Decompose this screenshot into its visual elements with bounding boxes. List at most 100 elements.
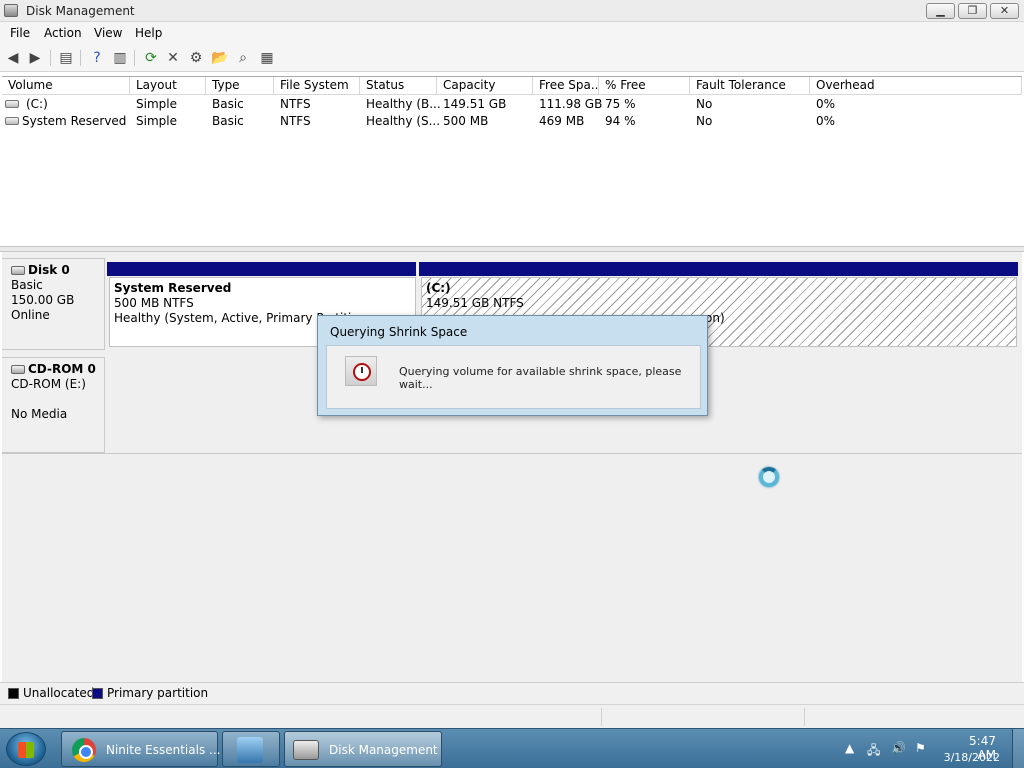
chrome-icon bbox=[72, 738, 96, 762]
volume-icon[interactable]: 🔊 bbox=[891, 741, 906, 755]
show-desktop-button[interactable] bbox=[1012, 729, 1024, 768]
status-segment bbox=[601, 708, 602, 726]
table-cell: Healthy (S... bbox=[366, 114, 441, 128]
disk-management-app-icon bbox=[4, 4, 18, 17]
disk-0-label[interactable]: Disk 0 Basic 150.00 GB Online bbox=[2, 258, 105, 350]
table-cell: 0% bbox=[816, 97, 836, 111]
table-cell: NTFS bbox=[280, 114, 311, 128]
column-header-fault-tolerance[interactable]: Fault Tolerance bbox=[690, 77, 810, 95]
cdrom-icon bbox=[11, 365, 25, 374]
column-header-overhead[interactable]: Overhead bbox=[810, 77, 1022, 95]
cdrom-0-label[interactable]: CD-ROM 0 CD-ROM (E:) No Media bbox=[2, 357, 105, 453]
table-cell: 111.98 GB bbox=[539, 97, 603, 111]
hard-disk-icon bbox=[11, 266, 25, 275]
taskbar-item-label: Disk Management bbox=[329, 743, 438, 757]
partition-name: (C:) bbox=[426, 281, 451, 295]
table-cell: No bbox=[696, 97, 713, 111]
column-header-status[interactable]: Status bbox=[360, 77, 437, 95]
forward-icon[interactable]: ▶ bbox=[26, 49, 44, 67]
minimize-button[interactable]: ▁ bbox=[926, 3, 955, 19]
legend-bar: Unallocated Primary partition bbox=[0, 682, 1024, 704]
partition-name: System Reserved bbox=[114, 281, 232, 295]
clock-icon bbox=[345, 356, 377, 386]
menu-action[interactable]: Action bbox=[44, 26, 82, 40]
toolbar-separator bbox=[80, 50, 81, 66]
console-tree-icon[interactable]: ▤ bbox=[57, 49, 75, 67]
toolbar-separator bbox=[50, 50, 51, 66]
menu-bar: File Action View Help bbox=[0, 22, 1024, 44]
taskbar-item-ninite[interactable]: Ninite Essentials ... bbox=[61, 731, 221, 767]
partition-size: 149.51 GB NTFS bbox=[426, 296, 524, 310]
table-cell: Basic bbox=[212, 97, 244, 111]
column-header-type[interactable]: Type bbox=[206, 77, 274, 95]
menu-help[interactable]: Help bbox=[135, 26, 162, 40]
legend-swatch bbox=[92, 688, 103, 699]
column-header-volume[interactable]: Volume bbox=[2, 77, 130, 95]
disk-type: Basic bbox=[11, 278, 43, 292]
table-cell: Simple bbox=[136, 114, 177, 128]
legend-label: Unallocated bbox=[23, 686, 95, 700]
menu-view[interactable]: View bbox=[94, 26, 122, 40]
legend-swatch bbox=[8, 688, 19, 699]
show-hidden-icons[interactable]: ▲ bbox=[845, 741, 854, 755]
dialog-body: Querying volume for available shrink spa… bbox=[326, 345, 701, 409]
disk-status: No Media bbox=[11, 407, 68, 421]
dialog-title: Querying Shrink Space bbox=[330, 325, 468, 339]
status-bar bbox=[0, 704, 1024, 728]
table-cell: Simple bbox=[136, 97, 177, 111]
menu-file[interactable]: File bbox=[10, 26, 30, 40]
search-icon[interactable]: ⌕ bbox=[234, 49, 252, 67]
disk-name: Disk 0 bbox=[28, 263, 70, 277]
windows-logo-icon bbox=[18, 742, 34, 758]
title-bar: Disk Management ▁ ❐ ✕ bbox=[0, 0, 1024, 22]
column-header-layout[interactable]: Layout bbox=[130, 77, 206, 95]
refresh-icon[interactable]: ⟳ bbox=[142, 49, 160, 67]
export-icon[interactable]: ▦ bbox=[258, 49, 276, 67]
disk-management-icon bbox=[293, 740, 319, 760]
properties-icon[interactable]: ▥ bbox=[111, 49, 129, 67]
table-cell: 149.51 GB bbox=[443, 97, 507, 111]
disk-type: CD-ROM (E:) bbox=[11, 377, 86, 391]
column-header-percent-free[interactable]: % Free bbox=[599, 77, 690, 95]
toolbar: ◀ ▶ ▤ ? ▥ ⟳ ✕ ⚙ 📂 ⌕ ▦ bbox=[0, 44, 1024, 72]
disk-size: 150.00 GB bbox=[11, 293, 75, 307]
window-title: Disk Management bbox=[26, 4, 135, 18]
help-icon[interactable]: ? bbox=[88, 49, 106, 67]
settings-icon[interactable]: ⚙ bbox=[187, 49, 205, 67]
start-button[interactable] bbox=[6, 732, 46, 766]
clock-date[interactable]: 3/18/2022 bbox=[940, 751, 1000, 764]
table-cell: 500 MB bbox=[443, 114, 489, 128]
maximize-button[interactable]: ❐ bbox=[958, 3, 987, 19]
column-header-file-system[interactable]: File System bbox=[274, 77, 360, 95]
querying-shrink-space-dialog: Querying Shrink Space Querying volume fo… bbox=[317, 315, 708, 416]
back-icon[interactable]: ◀ bbox=[4, 49, 22, 67]
column-header-free-space[interactable]: Free Spa... bbox=[533, 77, 599, 95]
table-cell: 75 % bbox=[605, 97, 636, 111]
table-cell: 94 % bbox=[605, 114, 636, 128]
table-cell: (C:) bbox=[26, 97, 48, 111]
network-icon[interactable]: 🖧 bbox=[867, 741, 880, 762]
taskbar-item-pinned-app[interactable] bbox=[222, 731, 280, 767]
status-segment bbox=[804, 708, 805, 726]
taskbar-item-disk-management[interactable]: Disk Management bbox=[284, 731, 442, 767]
table-cell: Basic bbox=[212, 114, 244, 128]
action-center-icon[interactable]: ⚑ bbox=[915, 741, 926, 755]
table-cell: 469 MB bbox=[539, 114, 585, 128]
disk-status: Online bbox=[11, 308, 50, 322]
delete-icon[interactable]: ✕ bbox=[164, 49, 182, 67]
volume-icon bbox=[5, 117, 19, 125]
open-icon[interactable]: 📂 bbox=[211, 49, 229, 67]
disk-name: CD-ROM 0 bbox=[28, 362, 96, 376]
table-cell: NTFS bbox=[280, 97, 311, 111]
taskbar-item-label: Ninite Essentials ... bbox=[106, 743, 221, 757]
volume-list: Volume Layout Type File System Status Ca… bbox=[2, 76, 1022, 246]
legend-label: Primary partition bbox=[107, 686, 209, 700]
close-button[interactable]: ✕ bbox=[990, 3, 1019, 19]
table-cell: No bbox=[696, 114, 713, 128]
c-drive-bar bbox=[419, 262, 1018, 276]
table-cell: System Reserved bbox=[22, 114, 127, 128]
table-cell: 0% bbox=[816, 114, 836, 128]
partition-size: 500 MB NTFS bbox=[114, 296, 194, 310]
pinned-app-icon bbox=[237, 737, 263, 763]
column-header-capacity[interactable]: Capacity bbox=[437, 77, 533, 95]
